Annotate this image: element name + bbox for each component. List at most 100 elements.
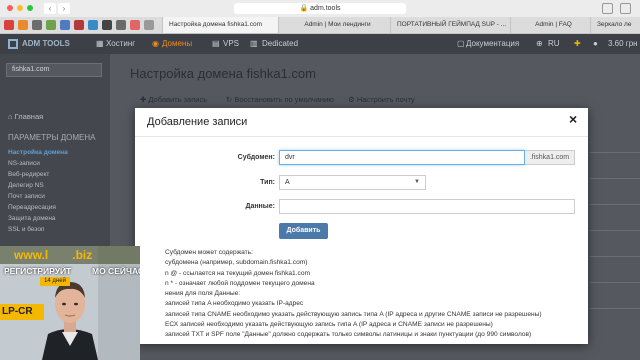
sidebar-item-forwarding[interactable]: Переадресация <box>8 204 56 211</box>
video-site-text: www.l .biz <box>14 248 92 262</box>
sidebar-item-ns-records[interactable]: NS-записи <box>8 160 40 167</box>
add-record-button[interactable]: ✚ Добавить запись <box>140 95 207 104</box>
minimize-window-button[interactable] <box>17 5 23 11</box>
logo-text: ADM TOOLS <box>22 39 70 48</box>
browser-titlebar: ‹ › 🔒 adm.tools <box>0 0 640 18</box>
pinned-tab-icon[interactable] <box>32 20 42 30</box>
nav-docs[interactable]: Документация <box>466 34 519 54</box>
address-text: adm.tools <box>310 5 341 12</box>
server-icon: ▤ <box>212 39 220 48</box>
nav-dedicated[interactable]: Dedicated <box>262 34 298 54</box>
help-line: записей типа CNAME необходимо указать де… <box>165 310 542 318</box>
pinned-tab-icon[interactable] <box>88 20 98 30</box>
help-line: нения для поля Данные: <box>165 290 241 298</box>
video-site-part2: .biz <box>72 248 93 262</box>
tab-label: Настройка домена fishka1.com <box>169 21 262 28</box>
help-line: n * - означает любой поддомен текущего д… <box>165 279 315 287</box>
tab-label: Зеркало ле <box>597 21 632 28</box>
help-line: Субдомен может содержать: <box>165 249 253 256</box>
globe-icon: ◉ <box>152 39 159 48</box>
nav-domains[interactable]: Домены <box>162 34 192 54</box>
add-submit-button[interactable]: Добавить <box>279 223 328 239</box>
sidebar-item-delegation[interactable]: Делегир NS <box>8 182 44 189</box>
tab-faq[interactable]: Admin | FAQ <box>510 17 590 33</box>
pinned-tab-icon[interactable] <box>60 20 70 30</box>
grid-icon: ▦ <box>96 39 104 48</box>
close-window-button[interactable] <box>7 5 13 11</box>
tab-label: Admin | Мои лендинги <box>304 21 371 28</box>
video-banner-left: РЕГИСТРИРУЙТ <box>4 266 72 276</box>
pinned-tab-icon[interactable] <box>74 20 84 30</box>
help-line: n @ - ссылается на текущий домен fishka1… <box>165 269 310 277</box>
type-label: Тип: <box>260 179 275 186</box>
subdomain-suffix: .fishka1.com <box>525 150 575 165</box>
domain-select[interactable]: fishka1.com <box>6 63 102 77</box>
sidebar-item-domain-settings[interactable]: Настройка домена <box>8 149 68 156</box>
cart-icon[interactable]: ✚ <box>574 34 581 54</box>
address-bar[interactable]: 🔒 adm.tools <box>234 3 406 14</box>
pinned-tab-icon[interactable] <box>144 20 154 30</box>
lang-switch[interactable]: RU <box>548 34 560 54</box>
forward-icon[interactable]: › <box>58 3 70 14</box>
back-icon[interactable]: ‹ <box>44 3 56 14</box>
setup-mail-label: Настроить почту <box>356 95 415 104</box>
help-line: субдомена (например, subdomain.fishka1.c… <box>165 259 308 267</box>
nav-hosting[interactable]: Хостинг <box>106 34 135 54</box>
sidebar-section-title: ПАРАМЕТРЫ ДОМЕНА <box>8 133 96 142</box>
tab-domain-settings[interactable]: Настройка домена fishka1.com <box>162 17 278 33</box>
webcam-video-overlay: www.l .biz РЕГИСТРИРУЙТ МО СЕЙЧАС! 14 дне… <box>0 246 140 360</box>
data-input[interactable] <box>279 199 575 214</box>
page-title: Настройка домена fishka1.com <box>130 66 316 81</box>
sidebar-item-protection[interactable]: Защита домена <box>8 215 56 222</box>
setup-mail-button[interactable]: ⚙ Настроить почту <box>348 95 415 104</box>
subdomain-input[interactable]: dvr <box>279 150 525 165</box>
tab-gamepad[interactable]: ПОРТАТИВНЫЙ ГЕЙМПАД SUP - ... <box>390 17 510 33</box>
dialog-header: Добавление записи × <box>135 108 588 137</box>
help-line: записей TXT и SPF поле "Данные" должно с… <box>165 331 532 339</box>
sidebar-item-mail-records[interactable]: Почт записи <box>8 193 45 200</box>
add-record-dialog: Добавление записи × Субдомен: dvr .fishk… <box>135 108 588 344</box>
sidebar-home-label: Главная <box>14 112 44 121</box>
chevron-down-icon: ▼ <box>414 179 420 185</box>
maximize-window-button[interactable] <box>27 5 33 11</box>
pinned-tab-icon[interactable] <box>46 20 56 30</box>
type-select-value: A <box>285 179 290 186</box>
nav-vps[interactable]: VPS <box>223 34 239 54</box>
server-icon: ▥ <box>250 39 258 48</box>
pinned-tab-icon[interactable] <box>116 20 126 30</box>
sidebar-item-ssl[interactable]: SSL и безоп <box>8 226 44 233</box>
help-text: Субдомен может содержать: субдомена (нап… <box>147 248 577 341</box>
sidebar-item-web-redirect[interactable]: Веб-редирект <box>8 171 49 178</box>
pinned-tab-icon[interactable] <box>18 20 28 30</box>
share-icon[interactable] <box>602 3 613 14</box>
help-line: записей типа A необходимо указать IP-адр… <box>165 300 304 308</box>
pinned-tab-icon[interactable] <box>102 20 112 30</box>
video-brand-badge: LP-CR <box>0 304 44 320</box>
restore-default-button[interactable]: ↻ Восстановить по умолчанию <box>226 95 334 104</box>
restore-default-label: Восстановить по умолчанию <box>234 95 334 104</box>
type-select[interactable]: A ▼ <box>279 175 426 190</box>
add-record-label: Добавить запись <box>148 95 208 104</box>
records-table-edge <box>590 152 640 352</box>
subdomain-label: Субдомен: <box>237 154 275 161</box>
pinned-tab-icon[interactable] <box>4 20 14 30</box>
close-icon[interactable]: × <box>569 111 577 127</box>
balance: 3.60 грн <box>608 39 638 48</box>
lock-icon: 🔒 <box>299 5 309 12</box>
video-site-part1: www.l <box>14 248 49 262</box>
pinned-tab-icon[interactable] <box>130 20 140 30</box>
video-banner-right: МО СЕЙЧАС! <box>92 266 140 276</box>
dialog-title: Добавление записи <box>147 116 248 128</box>
globe-icon: ⊕ <box>536 39 543 48</box>
data-label: Данные: <box>245 203 275 210</box>
book-icon: ▢ <box>457 39 465 48</box>
video-days-badge: 14 дней <box>40 277 70 286</box>
user-icon[interactable]: ● <box>593 34 598 54</box>
tab-landings[interactable]: Admin | Мои лендинги <box>278 17 390 33</box>
tab-mirror[interactable]: Зеркало ле <box>590 17 640 33</box>
logo-icon <box>8 39 18 49</box>
tab-bar: Настройка домена fishka1.com Admin | Мои… <box>0 17 640 34</box>
settings-icon: ⚙ <box>348 95 357 104</box>
tabs-overview-icon[interactable] <box>620 3 631 14</box>
sidebar-home[interactable]: ⌂ Главная <box>8 112 43 121</box>
